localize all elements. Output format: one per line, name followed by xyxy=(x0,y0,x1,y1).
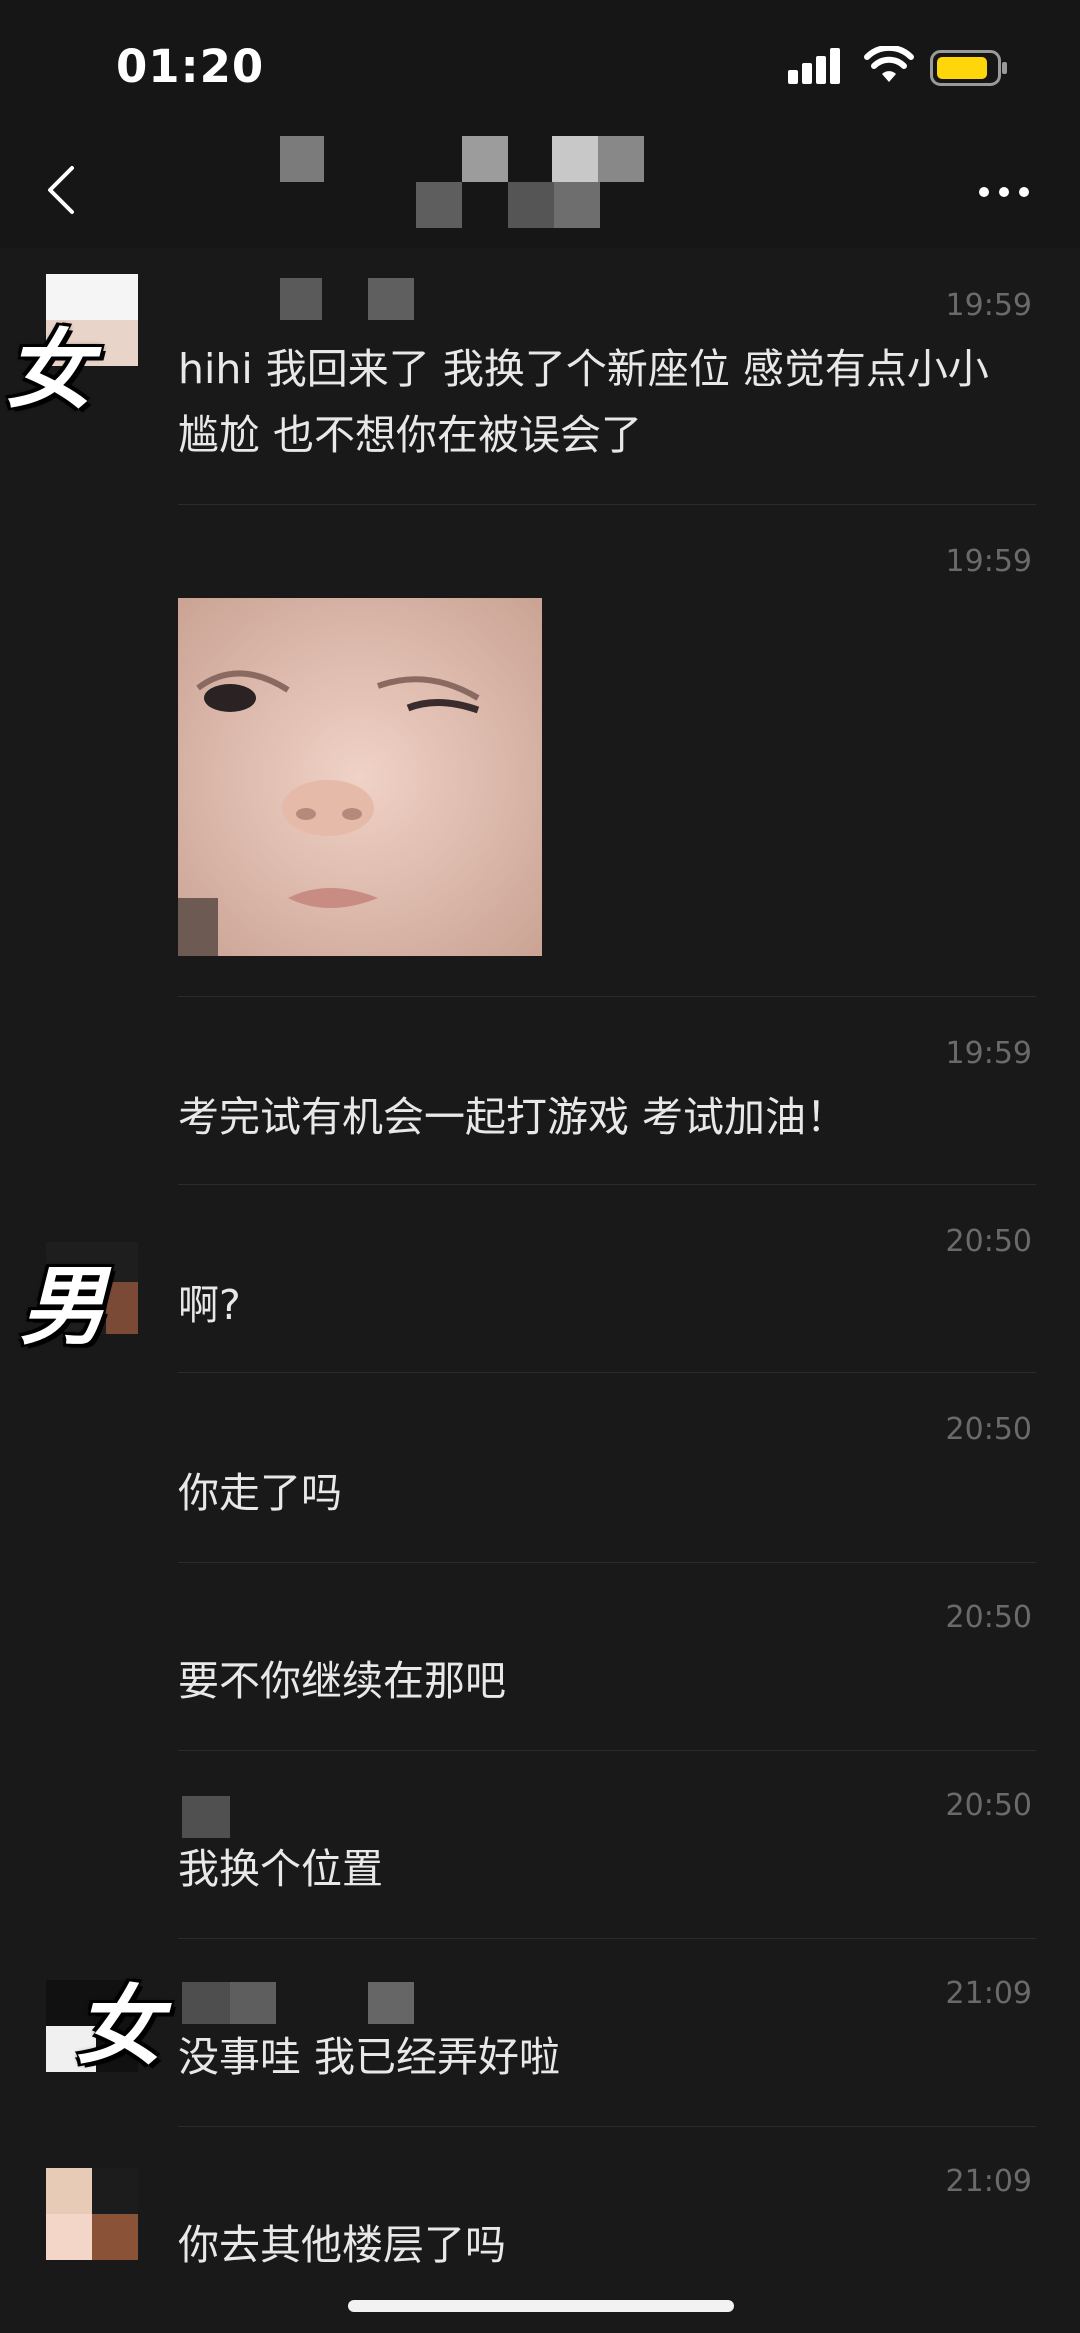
chat-header xyxy=(0,132,1080,248)
message-text: 啊? xyxy=(178,1281,241,1329)
status-bar: 01:20 xyxy=(0,0,1080,132)
message-text: 你走了吗 xyxy=(178,1469,342,1517)
message-time: 20:50 xyxy=(945,1788,1032,1823)
message-text: 考完试有机会一起打游戏 考试加油！ xyxy=(178,1093,848,1141)
message-text: 没事哇 我已经弄好啦 xyxy=(178,2033,561,2081)
message-text: 我换个位置 xyxy=(178,1845,383,1893)
chevron-left-icon[interactable] xyxy=(36,160,84,220)
battery-icon xyxy=(930,50,1007,86)
censored-sender-name xyxy=(182,1796,230,1838)
message-time: 19:59 xyxy=(945,288,1032,323)
female-label: 女 xyxy=(6,321,92,421)
message-time: 20:50 xyxy=(945,1600,1032,1635)
divider xyxy=(178,1184,1036,1185)
male-label: 男 xyxy=(20,1257,106,1357)
message-time: 21:09 xyxy=(945,2164,1032,2199)
divider xyxy=(178,504,1036,505)
message-time: 19:59 xyxy=(945,1036,1032,1071)
home-indicator[interactable] xyxy=(348,2300,734,2312)
divider xyxy=(178,1562,1036,1563)
baby-grimace-sticker[interactable] xyxy=(178,598,542,956)
ellipsis-icon[interactable] xyxy=(976,182,1032,202)
message-text: 你去其他楼层了吗 xyxy=(178,2221,506,2269)
cellular-signal-icon xyxy=(788,48,840,84)
avatar[interactable] xyxy=(46,2168,138,2260)
divider xyxy=(178,1372,1036,1373)
wifi-icon xyxy=(864,46,914,82)
divider xyxy=(178,996,1036,997)
message-time: 21:09 xyxy=(945,1976,1032,2011)
message-time: 20:50 xyxy=(945,1412,1032,1447)
divider xyxy=(178,1938,1036,1939)
status-time: 01:20 xyxy=(116,40,265,93)
message-text: 要不你继续在那吧 xyxy=(178,1657,506,1705)
message-text: hihi 我回来了 我换了个新座位 感觉有点小小尴尬 也不想你在被误会了 xyxy=(178,345,989,459)
female-label: 女 xyxy=(76,1977,162,2077)
message-time: 19:59 xyxy=(945,544,1032,579)
divider xyxy=(178,1750,1036,1751)
message-time: 20:50 xyxy=(945,1224,1032,1259)
divider xyxy=(178,2126,1036,2127)
